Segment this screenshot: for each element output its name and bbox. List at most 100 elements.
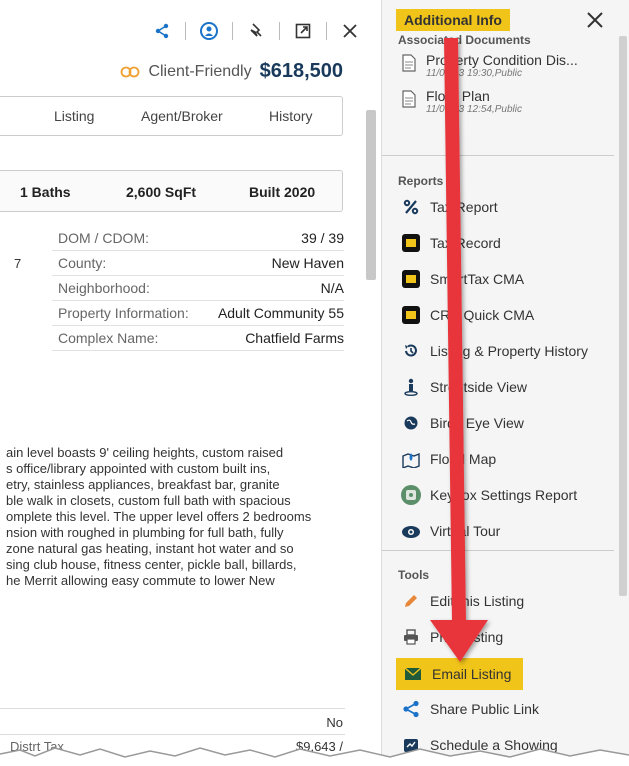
crs-icon xyxy=(400,304,422,326)
report-crs-quick-cma[interactable]: CRS Quick CMA xyxy=(400,302,534,328)
description-line: sing club house, fitness center, pickle … xyxy=(6,557,297,572)
report-label[interactable]: Tax Report xyxy=(430,199,498,215)
document-icon xyxy=(402,54,416,72)
tool-label[interactable]: Print Listing xyxy=(430,629,503,645)
detail-value: N/A xyxy=(320,280,344,296)
tools-section-label: Tools xyxy=(398,568,430,582)
report-label[interactable]: Streetside View xyxy=(430,379,527,395)
detail-row: Neighborhood: N/A xyxy=(52,276,344,301)
share-icon[interactable] xyxy=(149,18,175,44)
tab-history[interactable]: History xyxy=(269,108,313,124)
share-icon xyxy=(400,698,422,720)
panel-scrollbar[interactable] xyxy=(619,36,627,596)
report-virtual-tour[interactable]: Virtual Tour xyxy=(400,518,500,544)
report-label[interactable]: Keybox Settings Report xyxy=(430,487,577,503)
tax-record-icon xyxy=(400,232,422,254)
report-streetside-view[interactable]: Streetside View xyxy=(400,374,527,400)
tool-email-listing[interactable]: Email Listing xyxy=(396,658,524,690)
document-item[interactable]: Property Condition Dis... 11/03/23 19:30… xyxy=(402,52,578,79)
torn-edge-bottom xyxy=(0,747,629,766)
detail-value: 39 / 39 xyxy=(301,230,344,246)
report-label[interactable]: Virtual Tour xyxy=(430,523,500,539)
popout-icon[interactable] xyxy=(290,18,316,44)
agent-icon[interactable] xyxy=(196,18,222,44)
panel-title: Additional Info xyxy=(396,9,510,31)
report-label[interactable]: Listing & Property History xyxy=(430,343,588,359)
divider xyxy=(0,708,345,709)
printer-icon xyxy=(400,626,422,648)
report-label[interactable]: Tax Record xyxy=(430,235,501,251)
report-label[interactable]: SmartTax CMA xyxy=(430,271,524,287)
close-icon[interactable] xyxy=(585,10,605,30)
listing-toolbar xyxy=(149,18,363,44)
detail-key: County: xyxy=(58,255,107,271)
price-row: Client-Friendly $618,500 xyxy=(120,60,343,83)
tool-label[interactable]: Edit this Listing xyxy=(430,593,524,609)
description-line: etry, stainless appliances, breakfast ba… xyxy=(6,477,280,492)
listing-detail-panel: Client-Friendly $618,500 Listing Agent/B… xyxy=(0,0,365,766)
close-icon[interactable] xyxy=(337,18,363,44)
detail-value: New Haven xyxy=(271,255,344,271)
pin-icon[interactable] xyxy=(243,18,269,44)
detail-row: Property Information: Adult Community 55 xyxy=(52,301,344,326)
camera-icon xyxy=(400,520,422,542)
report-tax-report[interactable]: Tax Report xyxy=(400,194,498,220)
pencil-icon xyxy=(400,590,422,612)
toolbar-divider xyxy=(185,22,186,40)
report-smarttax-cma[interactable]: SmartTax CMA xyxy=(400,266,524,292)
built-stat: Built 2020 xyxy=(249,184,316,200)
document-item[interactable]: Floor Plan 11/03/23 12:54,Public xyxy=(402,88,522,115)
tab-agent-broker[interactable]: Agent/Broker xyxy=(141,108,223,124)
report-label[interactable]: Flood Map xyxy=(430,451,496,467)
left-scrollbar[interactable] xyxy=(366,110,376,280)
property-details-table: DOM / CDOM: 39 / 39 County: New Haven Neig… xyxy=(52,226,344,351)
tool-label[interactable]: Share Public Link xyxy=(430,701,539,717)
report-birds-eye-view[interactable]: Birds Eye View xyxy=(400,410,524,436)
report-label[interactable]: CRS Quick CMA xyxy=(430,307,534,323)
description-line: ble walk in closets, custom full bath wi… xyxy=(6,493,291,508)
client-friendly-label[interactable]: Client-Friendly xyxy=(148,63,251,81)
property-stats: 1 Baths 2,600 SqFt Built 2020 xyxy=(0,170,343,212)
documents-section-label: Associated Documents xyxy=(398,33,531,47)
document-meta: 11/03/23 19:30,Public xyxy=(426,68,523,79)
reports-section-label: Reports xyxy=(398,174,444,188)
document-name[interactable]: Property Condition Dis... xyxy=(426,52,578,68)
toolbar-divider xyxy=(232,22,233,40)
additional-info-panel: Additional Info Associated Documents Pro… xyxy=(381,0,629,766)
tool-share-public-link[interactable]: Share Public Link xyxy=(400,696,539,722)
percent-icon xyxy=(400,196,422,218)
report-tax-record[interactable]: Tax Record xyxy=(400,230,501,256)
report-listing-history[interactable]: Listing & Property History xyxy=(400,338,588,364)
envelope-icon xyxy=(402,663,424,685)
report-label[interactable]: Birds Eye View xyxy=(430,415,524,431)
listing-description: ain level boasts 9' ceiling heights, cus… xyxy=(6,445,351,589)
detail-key: Neighborhood: xyxy=(58,280,150,296)
list-price: $618,500 xyxy=(259,60,343,82)
detail-row: Complex Name: Chatfield Farms xyxy=(52,326,344,351)
description-line: s office/library appointed with custom b… xyxy=(6,461,271,476)
report-flood-map[interactable]: Flood Map xyxy=(400,446,496,472)
listing-tabs: Listing Agent/Broker History xyxy=(0,96,343,136)
document-name[interactable]: Floor Plan xyxy=(426,88,522,104)
detail-key: Property Information: xyxy=(58,305,189,321)
document-icon xyxy=(402,90,416,108)
divider xyxy=(0,734,345,735)
detail-key: DOM / CDOM: xyxy=(58,230,149,246)
section-divider xyxy=(382,550,614,551)
description-line: he Merrit allowing easy commute to lower… xyxy=(6,573,275,588)
client-friendly-icon[interactable] xyxy=(120,66,140,78)
tab-listing[interactable]: Listing xyxy=(54,108,94,124)
bottom-value: No xyxy=(326,715,343,730)
tool-label[interactable]: Email Listing xyxy=(432,666,511,682)
toolbar-divider xyxy=(326,22,327,40)
sqft-stat: 2,600 SqFt xyxy=(126,184,197,200)
tool-print-listing[interactable]: Print Listing xyxy=(400,624,503,650)
detail-value: Adult Community 55 xyxy=(217,305,344,321)
report-keybox-settings[interactable]: Keybox Settings Report xyxy=(400,482,577,508)
history-icon xyxy=(400,340,422,362)
tool-edit-listing[interactable]: Edit this Listing xyxy=(400,588,524,614)
toolbar-divider xyxy=(279,22,280,40)
description-line: omplete this level. The upper level offe… xyxy=(6,509,312,524)
description-line: nsion with roughed in plumbing for full … xyxy=(6,525,284,540)
description-line: zone natural gas heating, instant hot wa… xyxy=(6,541,294,556)
